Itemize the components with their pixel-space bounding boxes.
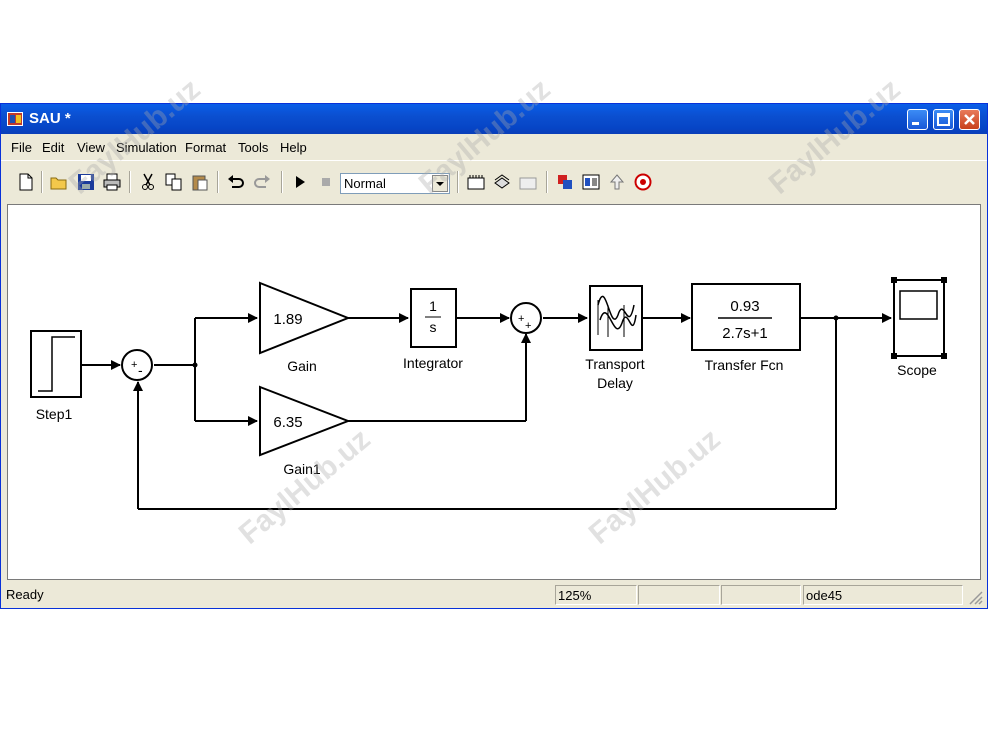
menu-file[interactable]: File <box>11 140 32 155</box>
chevron-down-icon[interactable] <box>432 175 448 192</box>
cut-icon[interactable] <box>139 173 157 191</box>
window-title: SAU * <box>29 110 71 127</box>
menu-format[interactable]: Format <box>185 140 226 155</box>
model-canvas[interactable]: Step1 + - 1.89 Gain 6.35 Gain1 1 s Integ… <box>7 204 981 580</box>
sum-block-1[interactable]: + - <box>121 349 153 381</box>
sum1-sign-plus: + <box>131 359 137 371</box>
minimize-button[interactable] <box>907 109 928 130</box>
solver-name: ode45 <box>803 585 963 605</box>
integrator-denominator: s <box>430 319 437 335</box>
scope-label: Scope <box>897 362 937 378</box>
gain-block[interactable]: 1.89 Gain <box>259 281 351 374</box>
simulink-model-icon <box>7 112 23 126</box>
update-diagram-icon[interactable] <box>493 173 511 191</box>
sum1-sign-minus: - <box>138 362 143 378</box>
close-icon <box>964 114 975 125</box>
maximize-icon <box>937 113 950 126</box>
status-cell-empty <box>638 585 720 605</box>
block-diagram: Step1 + - 1.89 Gain 6.35 Gain1 1 s Integ… <box>30 277 947 510</box>
save-icon[interactable] <box>77 173 95 191</box>
transport-delay-block[interactable]: Transport Delay <box>585 285 645 391</box>
delay-label-line1: Transport <box>585 356 645 372</box>
open-icon[interactable] <box>50 173 68 191</box>
resize-grip-icon[interactable] <box>967 589 983 605</box>
simulation-mode-select[interactable]: Normal <box>340 173 450 194</box>
toolbar: Normal <box>1 160 987 201</box>
simulation-mode-value: Normal <box>344 176 386 191</box>
gain1-label: Gain1 <box>283 461 321 477</box>
branch-point <box>192 362 198 368</box>
transfer-fcn-block[interactable]: 0.93 2.7s+1 Transfer Fcn <box>691 283 801 373</box>
app-window: SAU * File Edit View Simulation Format T… <box>0 103 988 609</box>
step-label: Step1 <box>36 406 73 422</box>
debug-icon[interactable] <box>634 173 652 191</box>
sum2-sign-2: + <box>525 320 531 332</box>
new-model-icon[interactable] <box>17 173 35 191</box>
gain1-value: 6.35 <box>273 414 302 431</box>
zoom-level: 125% <box>555 585 637 605</box>
copy-icon[interactable] <box>165 173 183 191</box>
menu-view[interactable]: View <box>77 140 105 155</box>
menu-help[interactable]: Help <box>280 140 307 155</box>
sum2-sign-1: + <box>518 313 524 325</box>
status-bar: Ready 125% ode45 <box>1 583 987 607</box>
gain-value: 1.89 <box>273 311 302 328</box>
status-text: Ready <box>6 587 44 602</box>
integrator-numerator: 1 <box>429 298 437 314</box>
tf-numerator: 0.93 <box>730 298 759 315</box>
menu-simulation[interactable]: Simulation <box>116 140 177 155</box>
step-block[interactable]: Step1 <box>30 330 82 422</box>
branch-point <box>833 315 839 321</box>
minimize-icon <box>912 122 919 125</box>
build-icon[interactable] <box>467 173 485 191</box>
scope-block[interactable]: Scope <box>891 277 947 378</box>
menu-bar: File Edit View Simulation Format Tools H… <box>1 136 987 158</box>
stop-simulation-icon[interactable] <box>317 173 335 191</box>
library-browser-icon[interactable] <box>556 173 574 191</box>
sum-block-2[interactable]: + + <box>510 302 542 334</box>
redo-icon[interactable] <box>253 173 271 191</box>
gain1-block[interactable]: 6.35 Gain1 <box>259 385 351 477</box>
start-simulation-icon[interactable] <box>291 173 309 191</box>
menu-tools[interactable]: Tools <box>238 140 268 155</box>
incremental-build-icon[interactable] <box>519 173 537 191</box>
paste-icon[interactable] <box>191 173 209 191</box>
model-explorer-icon[interactable] <box>582 173 600 191</box>
print-icon[interactable] <box>103 173 121 191</box>
delay-label-line2: Delay <box>597 375 633 391</box>
maximize-button[interactable] <box>933 109 954 130</box>
undo-icon[interactable] <box>227 173 245 191</box>
menu-edit[interactable]: Edit <box>42 140 64 155</box>
title-bar[interactable]: SAU * <box>1 104 987 134</box>
status-cell-empty <box>721 585 801 605</box>
integrator-block[interactable]: 1 s Integrator <box>403 288 463 371</box>
close-button[interactable] <box>959 109 980 130</box>
tf-label: Transfer Fcn <box>705 357 784 373</box>
gain-label: Gain <box>287 358 317 374</box>
integrator-label: Integrator <box>403 355 463 371</box>
go-to-parent-icon[interactable] <box>608 173 626 191</box>
tf-denominator: 2.7s+1 <box>722 325 767 342</box>
